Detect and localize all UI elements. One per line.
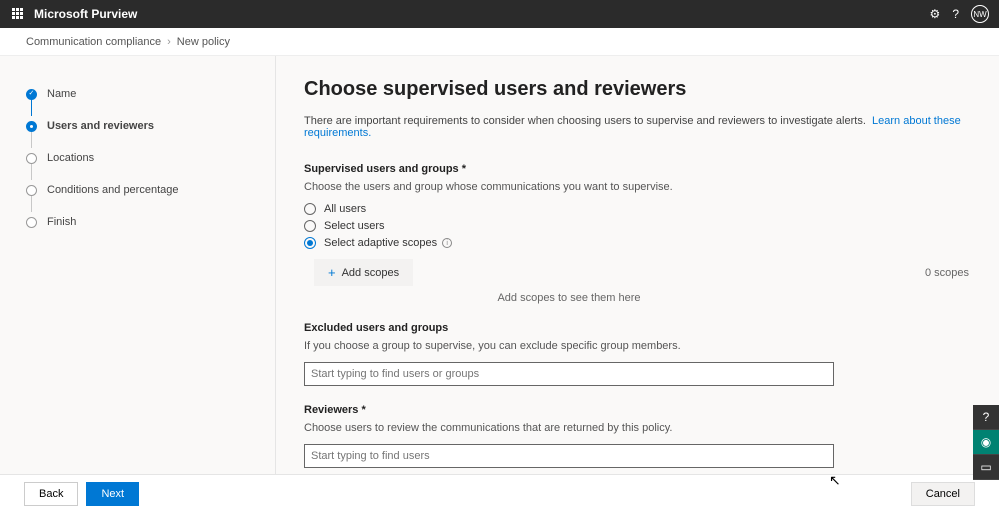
chevron-right-icon: › [167, 36, 171, 48]
info-icon[interactable]: i [442, 238, 452, 248]
back-button[interactable]: Back [24, 482, 78, 506]
excluded-help: If you choose a group to supervise, you … [304, 340, 971, 352]
breadcrumb: Communication compliance › New policy [0, 28, 999, 56]
supervised-label: Supervised users and groups * [304, 163, 971, 175]
radio-adaptive-scopes[interactable]: Select adaptive scopesi [304, 237, 971, 249]
cancel-button[interactable]: Cancel [911, 482, 975, 506]
wizard-steps: Name Users and reviewers Locations Condi… [0, 56, 276, 512]
settings-icon[interactable]: ⚙ [930, 7, 941, 21]
rail-feedback-icon[interactable]: ◉ [973, 430, 999, 455]
footer: Back Next Cancel [0, 474, 999, 512]
radio-select-users[interactable]: Select users [304, 220, 971, 232]
supervised-help: Choose the users and group whose communi… [304, 181, 971, 193]
add-scopes-button[interactable]: +Add scopes [314, 259, 413, 286]
page-description: There are important requirements to cons… [304, 115, 971, 139]
breadcrumb-root[interactable]: Communication compliance [26, 36, 161, 48]
step-name[interactable]: Name [26, 78, 249, 110]
step-conditions[interactable]: Conditions and percentage [26, 174, 249, 206]
step-users-reviewers[interactable]: Users and reviewers [26, 110, 249, 142]
app-launcher-icon[interactable] [12, 8, 24, 20]
step-locations[interactable]: Locations [26, 142, 249, 174]
reviewers-help: Choose users to review the communication… [304, 422, 971, 434]
rail-help-icon[interactable]: ? [973, 405, 999, 430]
rail-chat-icon[interactable]: ▭ [973, 455, 999, 480]
brand-title: Microsoft Purview [34, 7, 137, 21]
avatar[interactable]: NW [971, 5, 989, 23]
reviewers-label: Reviewers * [304, 404, 971, 416]
plus-icon: + [328, 265, 336, 280]
breadcrumb-current: New policy [177, 36, 230, 48]
scope-count: 0 scopes [925, 267, 969, 279]
excluded-label: Excluded users and groups [304, 322, 971, 334]
radio-all-users[interactable]: All users [304, 203, 971, 215]
content-area: Choose supervised users and reviewers Th… [276, 56, 999, 512]
scope-hint: Add scopes to see them here [304, 292, 834, 304]
next-button[interactable]: Next [86, 482, 139, 506]
help-icon[interactable]: ? [952, 7, 959, 21]
reviewers-input[interactable] [304, 444, 834, 468]
top-bar: Microsoft Purview ⚙ ? NW [0, 0, 999, 28]
excluded-input[interactable] [304, 362, 834, 386]
step-finish[interactable]: Finish [26, 206, 249, 238]
page-title: Choose supervised users and reviewers [304, 78, 971, 101]
feedback-rail: ? ◉ ▭ [973, 405, 999, 480]
